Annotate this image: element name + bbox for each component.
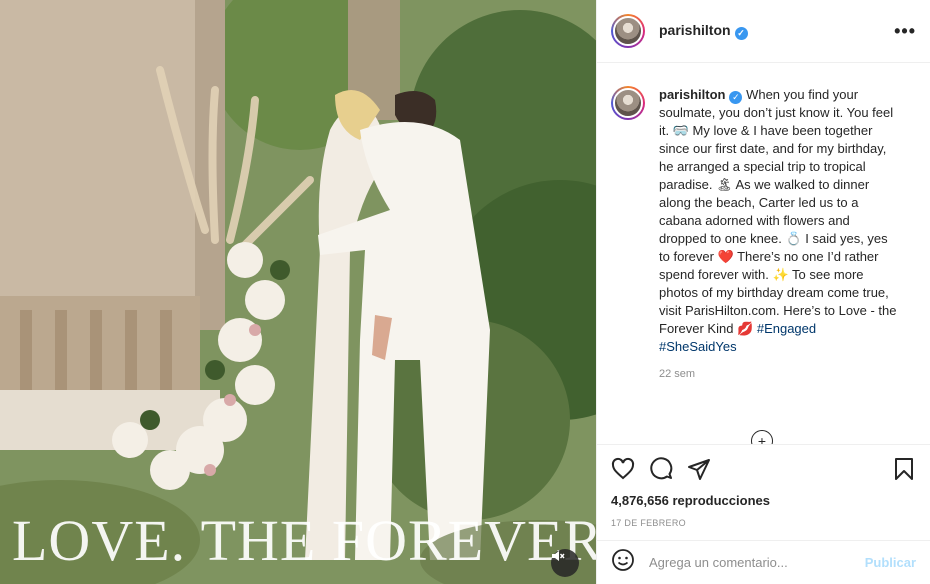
hashtag-engaged[interactable]: #Engaged [757, 321, 816, 336]
post-photo [0, 0, 596, 584]
post-side-panel: parishilton ✓ ••• parishilton ✓ When you f… [596, 0, 930, 584]
view-count[interactable]: 4,876,656 reproducciones [611, 493, 916, 508]
verified-badge-icon: ✓ [734, 27, 748, 40]
emoji-button[interactable] [611, 548, 635, 577]
comment-icon [650, 457, 673, 480]
hashtag-shesaidyes[interactable]: #SheSaidYes [659, 339, 737, 354]
share-icon [688, 459, 710, 480]
comment-input[interactable] [649, 555, 865, 570]
verified-badge-icon: ✓ [729, 91, 743, 104]
header-username[interactable]: parishilton ✓ [659, 22, 748, 40]
avatar[interactable] [611, 86, 645, 120]
more-options-icon[interactable]: ••• [894, 21, 916, 42]
avatar-image [613, 88, 643, 118]
comments-section: parishilton ✓ When you find your soulmate… [597, 64, 930, 444]
emoji-icon [612, 549, 634, 571]
caption-text: When you find your soulmate, you don’t j… [659, 87, 897, 336]
like-button[interactable] [611, 457, 635, 481]
caption-row: parishilton ✓ When you find your soulmate… [611, 86, 916, 356]
post-actions: 4,876,656 reproducciones 17 DE FEBRERO [597, 444, 930, 528]
avatar-image [613, 16, 643, 46]
heart-icon [611, 457, 635, 480]
mute-button[interactable] [551, 549, 579, 577]
post-media[interactable]: LOVE. THE FOREVER KIND [0, 0, 596, 584]
username-text[interactable]: parishilton [659, 22, 731, 38]
save-button[interactable] [892, 457, 916, 481]
post-header: parishilton ✓ ••• [597, 0, 930, 63]
caption-time[interactable]: 22 sem [659, 368, 916, 380]
speaker-muted-icon [552, 551, 565, 561]
bookmark-icon [895, 458, 913, 480]
comment-button[interactable] [649, 457, 673, 481]
avatar[interactable] [611, 14, 645, 48]
caption-username[interactable]: parishilton [659, 87, 725, 102]
action-icons [611, 455, 916, 483]
plus-icon: + [757, 433, 767, 444]
post-comment-button[interactable]: Publicar [865, 555, 916, 570]
share-button[interactable] [687, 457, 711, 481]
post-caption: parishilton ✓ When you find your soulmate… [659, 86, 899, 356]
load-more-comments-button[interactable]: + [751, 430, 773, 444]
video-overlay-text: LOVE. THE FOREVER KIND [12, 508, 596, 573]
add-comment-bar: Publicar [597, 540, 930, 584]
post-date[interactable]: 17 DE FEBRERO [611, 518, 916, 528]
